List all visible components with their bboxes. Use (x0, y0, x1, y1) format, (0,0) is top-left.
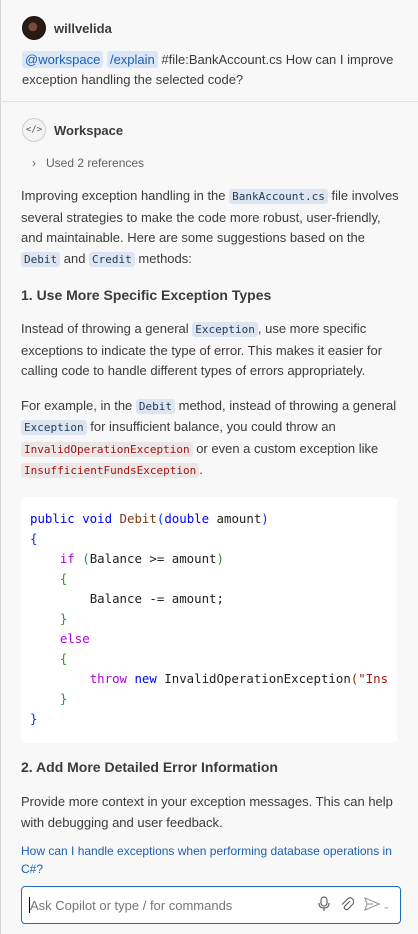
section-heading: 1. Use More Specific Exception Types (21, 287, 272, 303)
code-token: ) (216, 551, 224, 566)
section-paragraph: Provide more context in your exception m… (21, 794, 393, 830)
inline-code[interactable]: BankAccount.cs (229, 189, 328, 204)
inline-code: InsufficientFundsException (21, 463, 200, 478)
intro-text: and (60, 250, 90, 266)
example-paragraph: For example, in the Debit method, instea… (21, 396, 401, 482)
avatar (22, 16, 46, 40)
inline-code: Exception (192, 322, 258, 337)
code-token: { (30, 531, 38, 546)
paragraph-text: or even a custom exception like (192, 440, 379, 456)
code-token: "Ins (358, 671, 389, 686)
code-content: public void Debit(double amount) { if (B… (30, 509, 397, 729)
paragraph-text: Instead of throwing a general (21, 321, 193, 336)
code-block[interactable]: public void Debit(double amount) { if (B… (21, 497, 397, 743)
code-token: Balance >= amount (89, 551, 217, 566)
user-header: willvelida (22, 14, 396, 42)
code-token: } (30, 711, 38, 726)
code-token: new (134, 671, 165, 686)
code-token: } (59, 691, 68, 706)
code-token: InvalidOperationException (164, 671, 351, 686)
code-token: ( (82, 551, 90, 566)
paragraph-text: method, instead of throwing a general (175, 397, 397, 413)
code-token: { (59, 651, 68, 666)
code-icon: </> (22, 118, 46, 142)
inline-code: InvalidOperationException (21, 441, 193, 457)
user-request: willvelida @workspace /explain #file:Ban… (0, 0, 418, 102)
section-heading: 2. Add More Detailed Error Information (21, 759, 278, 775)
workspace-agent-chip[interactable]: @workspace (22, 51, 104, 68)
panel-left-border (0, 0, 1, 934)
intro-paragraph: Improving exception handling in the Bank… (21, 186, 401, 270)
file-reference: #file:BankAccount.cs (161, 52, 283, 67)
microphone-icon[interactable] (318, 896, 331, 916)
chevron-right-icon: › (32, 156, 36, 170)
intro-text: Improving exception handling in the (21, 188, 230, 203)
chat-input-box[interactable]: ⌄ (21, 886, 401, 924)
inline-code: Exception (21, 420, 87, 435)
intro-text: methods: (134, 250, 192, 266)
code-token: } (59, 611, 68, 626)
code-token: double (164, 511, 210, 526)
code-token: Balance -= amount; (89, 591, 224, 606)
inline-code[interactable]: Credit (89, 251, 135, 267)
paragraph-text: . (199, 462, 203, 477)
user-prompt: @workspace /explain #file:BankAccount.cs… (22, 50, 396, 90)
paragraph-text: for insufficient balance, you could thro… (86, 419, 336, 434)
section-paragraph: Instead of throwing a general Exception,… (21, 319, 401, 382)
send-icon[interactable] (364, 896, 381, 915)
chevron-down-icon[interactable]: ⌄ (382, 897, 390, 915)
username: willvelida (54, 20, 112, 36)
followup-suggestion-link[interactable]: How can I handle exceptions when perform… (21, 842, 401, 878)
code-token: { (59, 571, 68, 586)
references-toggle[interactable]: › Used 2 references (28, 156, 144, 170)
paperclip-icon[interactable] (340, 896, 355, 916)
code-token: public void (30, 511, 120, 526)
chat-input[interactable] (30, 895, 300, 915)
code-token: if (59, 551, 83, 566)
response-content: Improving exception handling in the Bank… (21, 186, 401, 482)
code-token: Debit (119, 511, 157, 526)
explain-command-chip[interactable]: /explain (106, 51, 158, 68)
code-token: amount (209, 511, 262, 526)
input-toolbar: ⌄ (318, 896, 390, 916)
code-token: ) (261, 511, 269, 526)
response-header: </> Workspace (22, 118, 123, 142)
code-token: else (59, 631, 90, 646)
section-2: 2. Add More Detailed Error Information P… (21, 757, 401, 833)
inline-code[interactable]: Debit (135, 398, 176, 414)
agent-name: Workspace (54, 122, 124, 138)
inline-code[interactable]: Debit (21, 251, 61, 267)
code-token: throw (89, 671, 135, 686)
references-label: Used 2 references (46, 156, 145, 170)
paragraph-text: For example, in the (21, 397, 136, 413)
